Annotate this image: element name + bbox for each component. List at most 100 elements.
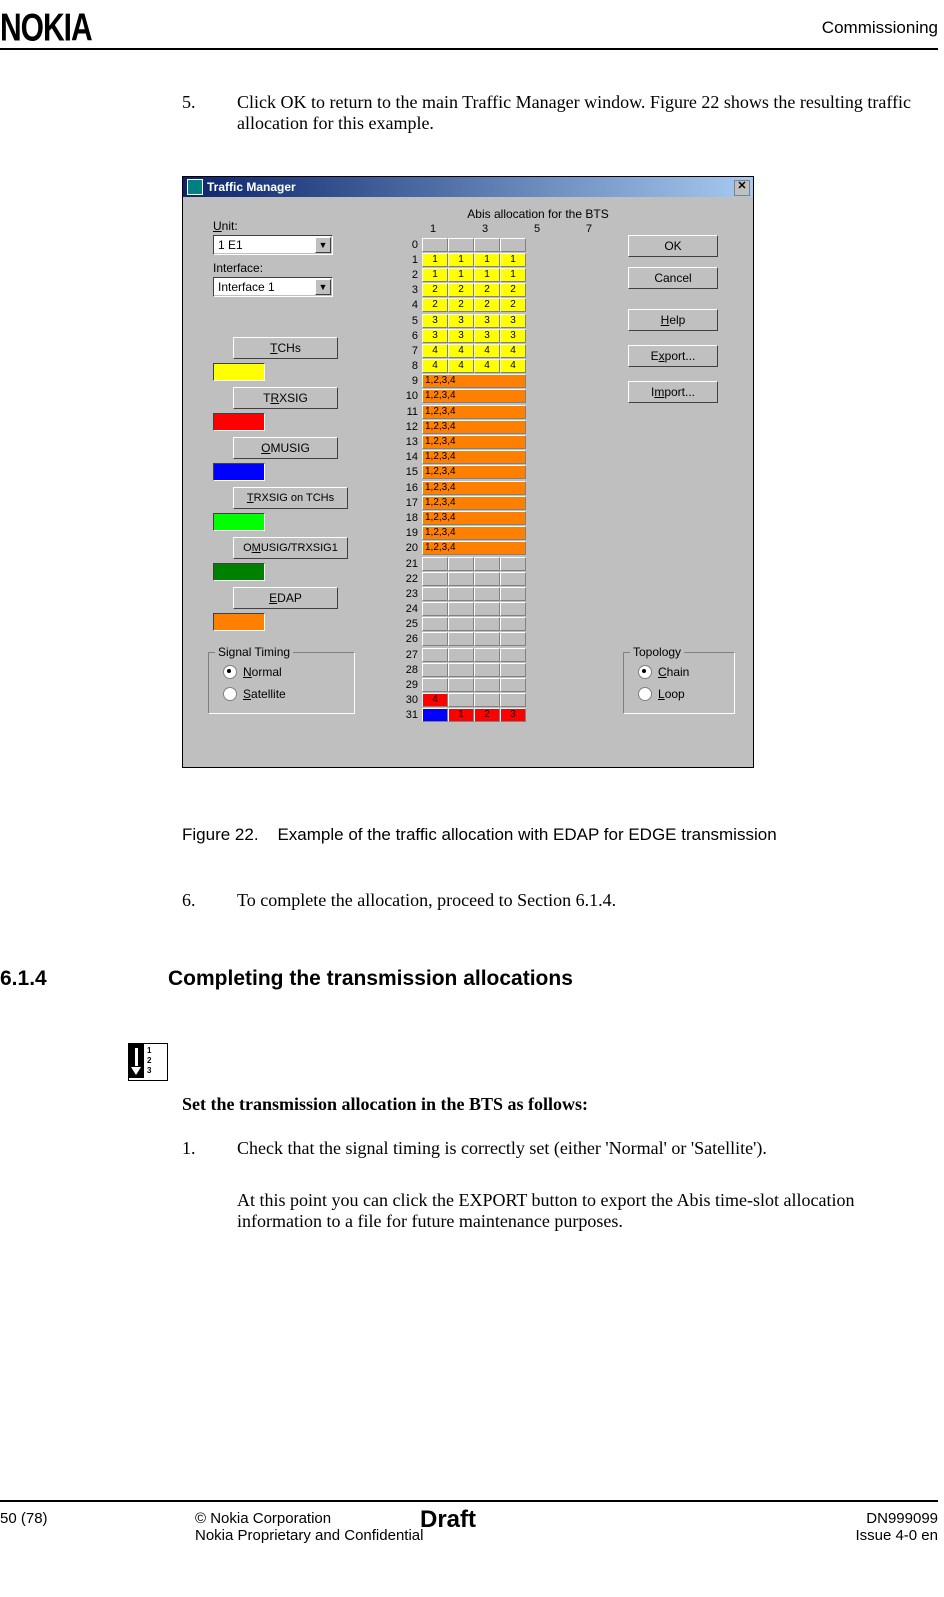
grid-cell[interactable]: 1	[500, 268, 526, 282]
grid-cell[interactable]: 3	[448, 329, 474, 343]
window-titlebar[interactable]: Traffic Manager ✕	[183, 177, 753, 197]
satellite-radio[interactable]: Satellite	[223, 687, 286, 701]
grid-cell[interactable]: 1	[448, 253, 474, 267]
grid-cell[interactable]: 1,2,3,4	[422, 541, 526, 555]
grid-cell[interactable]: 1,2,3,4	[422, 511, 526, 525]
grid-cell[interactable]	[448, 648, 474, 662]
grid-cell[interactable]	[422, 602, 448, 616]
grid-cell[interactable]	[500, 693, 526, 707]
grid-cell[interactable]	[422, 557, 448, 571]
grid-cell[interactable]: 4	[422, 693, 448, 707]
grid-cell[interactable]: 1,2,3,4	[422, 405, 526, 419]
grid-cell[interactable]: 1	[422, 268, 448, 282]
grid-cell[interactable]: 1,2,3,4	[422, 389, 526, 403]
grid-cell[interactable]	[448, 678, 474, 692]
grid-cell[interactable]: 3	[474, 314, 500, 328]
grid-cell[interactable]	[500, 587, 526, 601]
grid-cell[interactable]	[500, 663, 526, 677]
grid-cell[interactable]: 1,2,3,4	[422, 481, 526, 495]
close-button[interactable]: ✕	[734, 180, 750, 196]
grid-cell[interactable]: 1	[474, 268, 500, 282]
grid-cell[interactable]: 1,2,3,4	[422, 435, 526, 449]
trx-on-tchs-button[interactable]: TRXSIG on TCHs	[233, 487, 348, 509]
grid-cell[interactable]	[422, 678, 448, 692]
chevron-down-icon[interactable]: ▼	[315, 237, 331, 253]
edap-button[interactable]: EDAP	[233, 587, 338, 609]
grid-cell[interactable]: 1,2,3,4	[422, 496, 526, 510]
grid-cell[interactable]: 4	[500, 344, 526, 358]
grid-cell[interactable]: 1,2,3,4	[422, 465, 526, 479]
grid-cell[interactable]: 3	[422, 329, 448, 343]
grid-cell[interactable]: 2	[422, 298, 448, 312]
grid-cell[interactable]: 3	[422, 314, 448, 328]
grid-cell[interactable]	[422, 617, 448, 631]
grid-cell[interactable]: 2	[422, 283, 448, 297]
grid-cell[interactable]	[448, 587, 474, 601]
grid-cell[interactable]	[422, 648, 448, 662]
grid-cell[interactable]	[448, 617, 474, 631]
tchs-button[interactable]: TCHs	[233, 337, 338, 359]
grid-cell[interactable]: 1	[448, 708, 474, 722]
grid-cell[interactable]	[422, 238, 448, 252]
grid-cell[interactable]	[448, 693, 474, 707]
grid-cell[interactable]	[474, 587, 500, 601]
import-button[interactable]: Import...	[628, 381, 718, 403]
grid-cell[interactable]: 3	[500, 314, 526, 328]
grid-cell[interactable]: 4	[474, 344, 500, 358]
grid-cell[interactable]: 4	[474, 359, 500, 373]
normal-radio[interactable]: Normal	[223, 665, 282, 679]
grid-cell[interactable]	[422, 708, 448, 722]
unit-combo[interactable]: 1 E1 ▼	[213, 235, 333, 255]
grid-cell[interactable]: 4	[500, 359, 526, 373]
grid-cell[interactable]	[500, 648, 526, 662]
grid-cell[interactable]	[448, 557, 474, 571]
omu-trx-button[interactable]: OMUSIG/TRXSIG1	[233, 537, 348, 559]
grid-cell[interactable]: 1	[422, 253, 448, 267]
grid-cell[interactable]	[500, 572, 526, 586]
grid-cell[interactable]	[448, 632, 474, 646]
export-button[interactable]: Export...	[628, 345, 718, 367]
grid-cell[interactable]: 2	[474, 298, 500, 312]
loop-radio[interactable]: Loop	[638, 687, 685, 701]
chain-radio[interactable]: Chain	[638, 665, 689, 679]
grid-cell[interactable]	[422, 632, 448, 646]
grid-cell[interactable]	[422, 587, 448, 601]
grid-cell[interactable]	[474, 572, 500, 586]
grid-cell[interactable]	[474, 693, 500, 707]
chevron-down-icon[interactable]: ▼	[315, 279, 331, 295]
grid-cell[interactable]: 1	[474, 253, 500, 267]
grid-cell[interactable]	[500, 617, 526, 631]
grid-cell[interactable]	[500, 632, 526, 646]
grid-cell[interactable]: 4	[448, 359, 474, 373]
grid-cell[interactable]: 3	[448, 314, 474, 328]
grid-cell[interactable]	[500, 238, 526, 252]
grid-cell[interactable]: 1,2,3,4	[422, 374, 526, 388]
grid-cell[interactable]	[422, 572, 448, 586]
cancel-button[interactable]: Cancel	[628, 267, 718, 289]
omusig-button[interactable]: OMUSIG	[233, 437, 338, 459]
grid-cell[interactable]	[448, 602, 474, 616]
grid-cell[interactable]	[474, 648, 500, 662]
grid-cell[interactable]	[474, 678, 500, 692]
grid-cell[interactable]: 2	[500, 283, 526, 297]
ok-button[interactable]: OK	[628, 235, 718, 257]
grid-cell[interactable]	[474, 557, 500, 571]
grid-cell[interactable]: 2	[474, 708, 500, 722]
grid-cell[interactable]: 3	[474, 329, 500, 343]
grid-cell[interactable]: 1,2,3,4	[422, 420, 526, 434]
grid-cell[interactable]: 2	[474, 283, 500, 297]
grid-cell[interactable]: 1,2,3,4	[422, 450, 526, 464]
grid-cell[interactable]	[448, 238, 474, 252]
grid-cell[interactable]	[474, 602, 500, 616]
grid-cell[interactable]: 4	[422, 344, 448, 358]
grid-cell[interactable]: 1,2,3,4	[422, 526, 526, 540]
grid-cell[interactable]	[422, 663, 448, 677]
grid-cell[interactable]	[448, 572, 474, 586]
grid-cell[interactable]	[500, 602, 526, 616]
grid-cell[interactable]: 2	[448, 298, 474, 312]
grid-cell[interactable]	[474, 632, 500, 646]
grid-cell[interactable]	[474, 617, 500, 631]
grid-cell[interactable]	[474, 663, 500, 677]
interface-combo[interactable]: Interface 1 ▼	[213, 277, 333, 297]
grid-cell[interactable]	[500, 557, 526, 571]
